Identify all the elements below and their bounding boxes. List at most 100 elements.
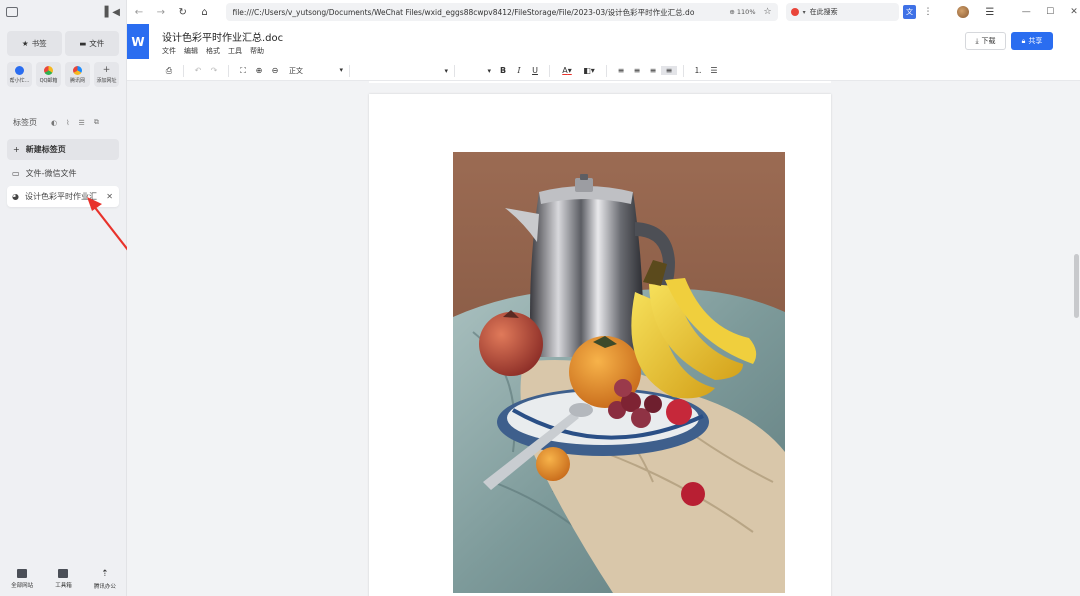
forward-icon[interactable]: → xyxy=(154,7,168,18)
align-left-icon[interactable]: ≡ xyxy=(613,66,629,75)
format-toolbar: ⎙ ↶ ↷ ⛶ ⊕ ⊖ 正文 ▾ ▾ ▾ B I U A▾ ◧▾ ≡ ≡ ≡ ≡… xyxy=(127,61,1080,81)
document-menu: 文件 编辑 格式 工具 帮助 xyxy=(162,46,264,56)
cloud-icon xyxy=(15,65,24,75)
divider xyxy=(683,64,684,77)
app-tencent-news[interactable]: 腾讯网 xyxy=(65,62,90,87)
annotation-arrow-icon xyxy=(87,197,129,251)
plus-icon: + xyxy=(13,145,20,154)
vertical-scrollbar[interactable] xyxy=(1072,81,1080,596)
collapse-sidebar-icon[interactable]: ▌◀ xyxy=(105,7,120,18)
list-icon[interactable]: ☰ xyxy=(79,119,85,127)
paragraph-style-select[interactable]: 正文 ▾ xyxy=(283,66,343,76)
fit-page-icon[interactable]: ⛶ xyxy=(235,66,251,76)
new-tab-label: 新建标签页 xyxy=(25,145,66,154)
numbered-list-icon[interactable]: ⒈ xyxy=(690,65,706,76)
zoom-in-icon[interactable]: ⊕ xyxy=(251,66,267,75)
sidebar-item-wechat-files[interactable]: ▭ 文件-微信文件 xyxy=(7,163,119,184)
tencent-office-button[interactable]: ⇡ 腾讯办公 xyxy=(94,569,116,590)
search-placeholder: 在此搜索 xyxy=(809,8,838,16)
redo-icon[interactable]: ↷ xyxy=(206,66,222,75)
sidebar-bottom: 全部网站 工具箱 ⇡ 腾讯办公 xyxy=(0,569,127,590)
all-sites-button[interactable]: 全部网站 xyxy=(11,569,33,590)
close-window-icon[interactable]: ✕ xyxy=(1068,7,1080,17)
bullet-list-icon[interactable]: ☰ xyxy=(706,66,722,75)
still-life-photo xyxy=(453,152,785,593)
document-page[interactable] xyxy=(369,94,831,596)
tab-bookmarks[interactable]: ★ 书签 xyxy=(7,31,62,56)
translate-icon[interactable]: 文 xyxy=(902,5,917,19)
chevron-down-icon[interactable]: ▾ xyxy=(803,9,806,16)
font-size-select[interactable]: ▾ xyxy=(461,67,491,75)
document-canvas[interactable] xyxy=(127,81,1072,596)
tab-files[interactable]: ▬ 文件 xyxy=(64,31,119,56)
divider xyxy=(606,64,607,77)
download-label: 下载 xyxy=(981,37,996,45)
brush-icon[interactable]: ⌇ xyxy=(66,119,69,127)
pin-icon: ⇡ xyxy=(101,569,109,579)
sidebar-item-label: 文件-微信文件 xyxy=(25,169,77,178)
zoom-out-icon[interactable]: ⊖ xyxy=(267,66,283,75)
folder-icon: ▬ xyxy=(79,39,87,48)
zoom-level[interactable]: ⊕ 110% xyxy=(729,8,755,16)
underline-button[interactable]: U xyxy=(527,66,543,75)
font-family-select[interactable]: ▾ xyxy=(356,67,448,75)
italic-button[interactable]: I xyxy=(511,66,527,75)
align-right-icon[interactable]: ≡ xyxy=(645,66,661,75)
menu-format[interactable]: 格式 xyxy=(206,46,220,56)
app-label: 腾讯网 xyxy=(69,77,85,84)
align-justify-icon[interactable]: ≡ xyxy=(661,66,677,75)
lock-icon: 🔒︎ xyxy=(1021,36,1026,45)
section-title: 标签页 xyxy=(13,118,37,127)
document-header: W 设计色彩平时作业汇总.doc 文件 编辑 格式 工具 帮助 ⤓ 下载 🔒︎ … xyxy=(127,24,1080,61)
tencent-news-icon xyxy=(73,65,82,75)
app-label: 添加网址 xyxy=(96,78,117,84)
home-icon[interactable]: ⌂ xyxy=(198,7,212,18)
chevron-down-icon: ▾ xyxy=(487,66,491,75)
word-logo: W xyxy=(127,24,149,59)
back-icon[interactable]: ← xyxy=(132,7,146,18)
menu-icon[interactable]: ☰ xyxy=(985,7,994,18)
scrollbar-thumb[interactable] xyxy=(1074,254,1079,318)
search-engine-icon[interactable] xyxy=(790,8,799,16)
minimize-icon[interactable]: — xyxy=(1020,7,1032,17)
download-button[interactable]: ⤓ 下载 xyxy=(965,32,1006,50)
font-color-label: A xyxy=(562,66,568,75)
menu-help[interactable]: 帮助 xyxy=(250,46,264,56)
menu-tools[interactable]: 工具 xyxy=(228,46,242,56)
more-vertical-icon[interactable]: ⋮ xyxy=(923,7,932,17)
divider xyxy=(549,64,550,77)
sites-icon xyxy=(17,569,28,578)
sidebar-tabs: ★ 书签 ▬ 文件 xyxy=(0,24,126,56)
menu-edit[interactable]: 编辑 xyxy=(184,46,198,56)
align-center-icon[interactable]: ≡ xyxy=(629,66,645,75)
chevron-down-icon: ▾ xyxy=(339,65,343,74)
avatar[interactable] xyxy=(957,6,970,18)
app-qq-mail[interactable]: QQ邮箱 xyxy=(36,62,61,87)
highlight-button[interactable]: ◧▾ xyxy=(578,66,600,75)
app-helper[interactable]: 帮小忙... xyxy=(7,62,32,87)
maximize-icon[interactable]: ☐ xyxy=(1044,7,1056,17)
copy-icon[interactable]: ⧉ xyxy=(94,118,99,127)
browser-toolbar: ← → ↻ ⌂ file:///C:/Users/v_yutsong/Docum… xyxy=(127,0,1080,24)
app-label: 帮小忙... xyxy=(9,77,30,84)
bold-button[interactable]: B xyxy=(495,66,511,75)
print-icon[interactable]: ⎙ xyxy=(161,66,177,76)
url-text[interactable]: file:///C:/Users/v_yutsong/Documents/WeC… xyxy=(233,7,722,18)
address-bar[interactable]: file:///C:/Users/v_yutsong/Documents/WeC… xyxy=(225,3,778,21)
all-sites-label: 全部网站 xyxy=(11,583,34,589)
chevron-down-icon: ▾ xyxy=(444,66,448,75)
undo-icon[interactable]: ↶ xyxy=(190,66,206,75)
menu-file[interactable]: 文件 xyxy=(162,46,176,56)
new-tab-button[interactable]: + 新建标签页 xyxy=(7,139,119,160)
sync-icon[interactable]: ◐ xyxy=(51,119,57,127)
search-box[interactable]: ▾ 在此搜索 xyxy=(785,3,899,21)
toolbox-button[interactable]: 工具箱 xyxy=(55,569,72,590)
share-button[interactable]: 🔒︎ 共享 xyxy=(1011,32,1053,50)
app-add-site[interactable]: + 添加网址 xyxy=(94,62,119,87)
font-color-button[interactable]: A▾ xyxy=(556,66,578,75)
sidebar-panel-icon[interactable] xyxy=(6,7,18,17)
reload-icon[interactable]: ↻ xyxy=(176,7,190,18)
tab-bookmarks-label: 书签 xyxy=(31,39,47,48)
style-value: 正文 xyxy=(289,66,303,75)
bookmark-star-icon[interactable]: ☆ xyxy=(764,7,772,17)
